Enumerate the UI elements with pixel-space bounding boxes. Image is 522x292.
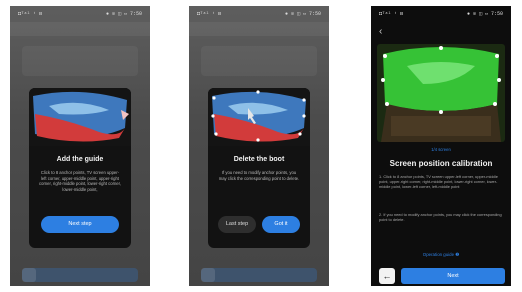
page-title: Screen position calibration [389,159,493,168]
arrow-left-icon[interactable]: ← [379,268,395,284]
background-card [201,46,317,76]
top-bar [189,22,329,36]
guide-modal: Add the guide Click to 8 anchor points, … [29,88,131,248]
status-bar: ◘ᵀᵃˡ ᵗ ⊟ ● ⊙ ◫ ▭ 7:50 [10,6,150,22]
status-right: ● ⊙ ◫ ▭ 7:50 [466,11,503,17]
instruction-2: 2. If you need to modify anchor points, … [379,212,502,223]
background-card [22,46,138,76]
modal-body: Click to 8 anchor points, TV screen uppe… [39,170,121,192]
status-bar: ◘ᵀᵃˡ ᵗ ⊟ ● ⊙ ◫ ▭ 7:50 [371,6,511,22]
phone-screen-add-guide: ◘ᵀᵃˡ ᵗ ⊟ ● ⊙ ◫ ▭ 7:50 Add the guide Clic… [10,6,150,286]
operation-guide-link[interactable]: Operation guide ❷ [371,252,511,258]
next-button[interactable]: Next [401,268,505,284]
dimmed-next-button [201,268,317,282]
last-step-button[interactable]: Last step [218,216,256,233]
dimmed-back-button [22,268,36,282]
tv-screen-image [29,88,131,146]
status-right: ● ⊙ ◫ ▭ 7:50 [284,11,321,17]
step-indicator: 1/4 screen [431,147,451,152]
dimmed-next-button [22,268,138,282]
delete-modal: Delete the boot If you need to modify an… [208,88,310,248]
next-step-button[interactable]: Next step [41,216,119,233]
got-it-button[interactable]: Got it [262,216,300,233]
status-bar: ◘ᵀᵃˡ ᵗ ⊟ ● ⊙ ◫ ▭ 7:50 [189,6,329,22]
dimmed-back-button [201,268,215,282]
modal-title: Delete the boot [233,156,285,163]
status-left: ◘ᵀᵃˡ ᵗ ⊟ [197,11,222,17]
tv-screen-image-with-points [208,88,310,146]
status-left: ◘ᵀᵃˡ ᵗ ⊟ [18,11,43,17]
modal-body: If you need to modify anchor points, you… [218,170,300,181]
status-left: ◘ᵀᵃˡ ᵗ ⊟ [379,11,404,17]
instruction-1: 1. Click to 8 anchor points, TV screen u… [379,174,498,190]
top-bar [10,22,150,36]
chevron-left-icon[interactable]: ‹ [379,26,382,37]
modal-title: Add the guide [56,156,104,163]
phone-screen-calibration: ◘ᵀᵃˡ ᵗ ⊟ ● ⊙ ◫ ▭ 7:50 ‹ 1/4 screen Scree… [371,6,511,286]
status-right: ● ⊙ ◫ ▭ 7:50 [105,11,142,17]
calibration-camera-image [377,44,505,142]
phone-screen-delete-boot: ◘ᵀᵃˡ ᵗ ⊟ ● ⊙ ◫ ▭ 7:50 Delete the boot If… [189,6,329,286]
